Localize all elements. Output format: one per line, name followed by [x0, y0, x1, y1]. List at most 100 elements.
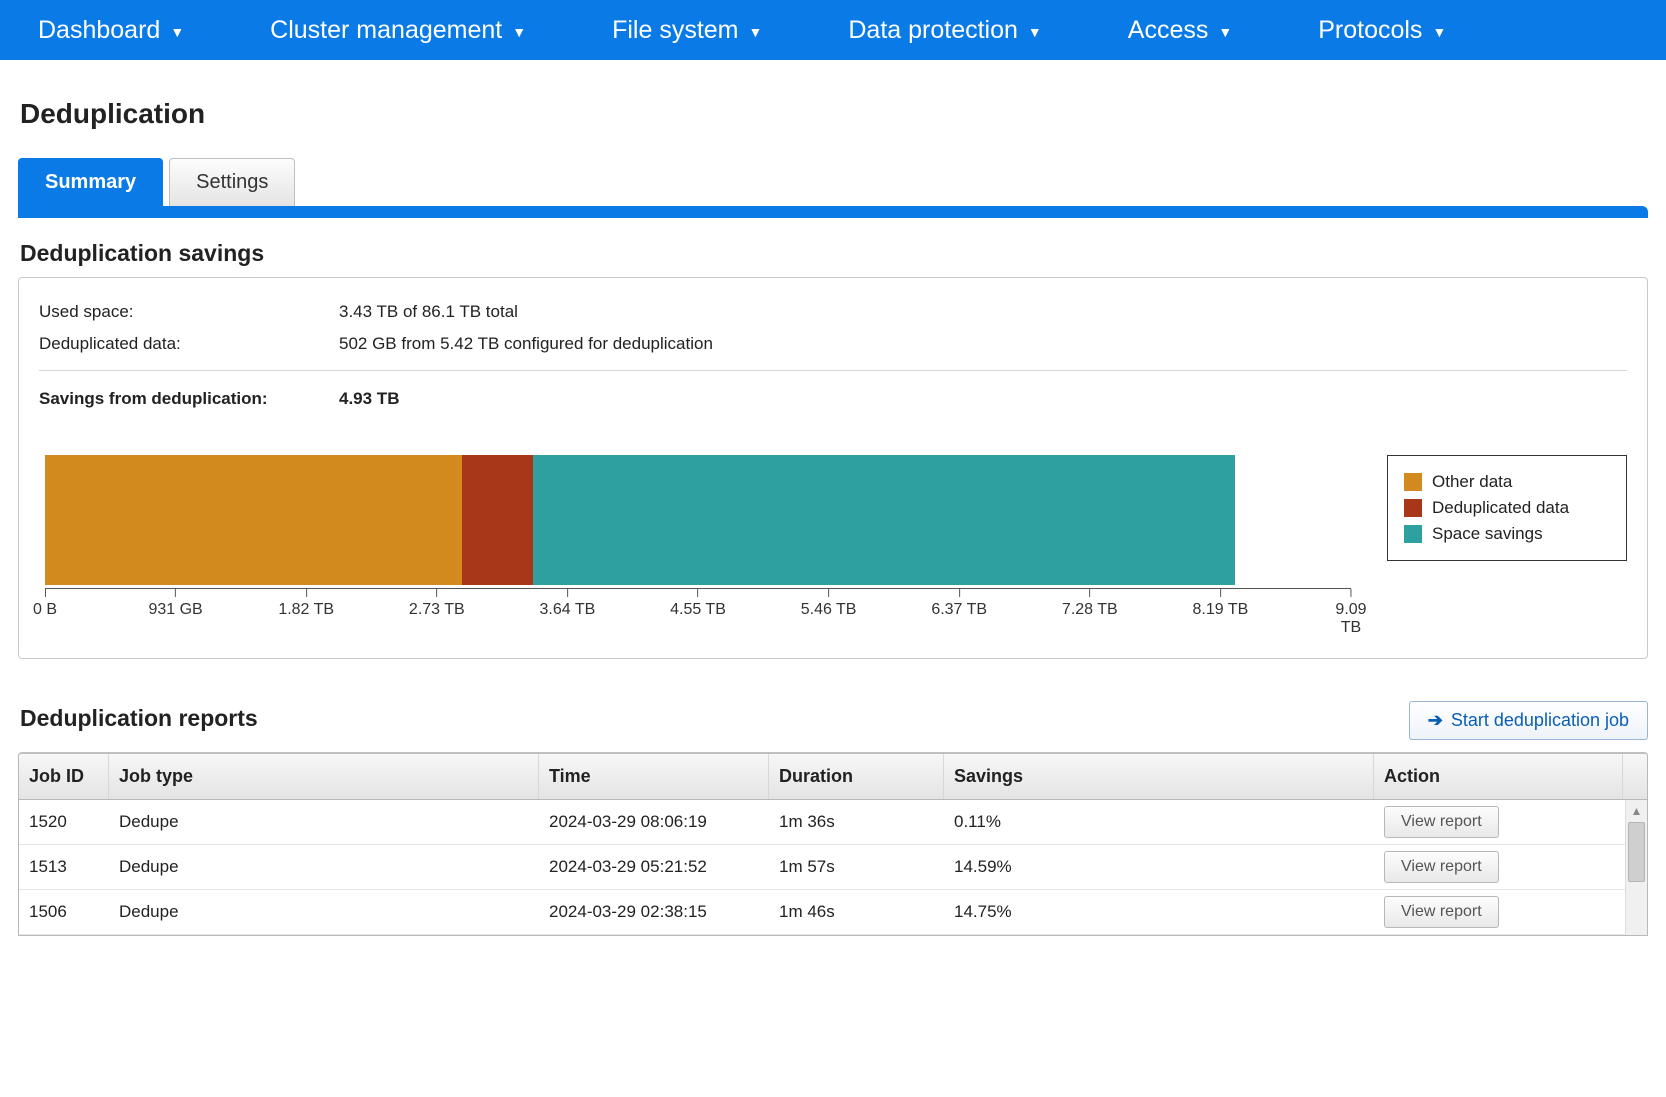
reports-grid: Job ID Job type Time Duration Savings Ac…: [18, 752, 1648, 936]
tab-label: Summary: [45, 171, 136, 193]
savings-label: Savings from deduplication:: [39, 389, 339, 409]
col-job-type[interactable]: Job type: [109, 754, 539, 799]
scroll-up-icon[interactable]: ▲: [1626, 800, 1647, 822]
nav-file-system[interactable]: File system ▼: [584, 16, 790, 45]
cell-job-type: Dedupe: [109, 890, 539, 934]
col-savings[interactable]: Savings: [944, 754, 1374, 799]
nav-label: Access: [1128, 16, 1209, 45]
chevron-down-icon: ▼: [512, 24, 526, 40]
tab-label: Settings: [196, 171, 268, 193]
legend-item-dedup: Deduplicated data: [1404, 498, 1610, 518]
view-report-button[interactable]: View report: [1384, 896, 1499, 928]
chevron-down-icon: ▼: [1432, 24, 1446, 40]
legend-swatch-icon: [1404, 525, 1422, 543]
nav-data-protection[interactable]: Data protection ▼: [820, 16, 1069, 45]
axis-tick: 6.37 TB: [931, 589, 987, 619]
savings-value: 4.93 TB: [339, 389, 399, 409]
table-row: 1513Dedupe2024-03-29 05:21:521m 57s14.59…: [19, 845, 1647, 890]
cell-job-id: 1520: [19, 800, 109, 844]
nav-dashboard[interactable]: Dashboard ▼: [10, 16, 212, 45]
legend-swatch-icon: [1404, 473, 1422, 491]
axis-tick: 9.09 TB: [1335, 589, 1366, 637]
tab-settings[interactable]: Settings: [169, 158, 295, 206]
savings-row: Savings from deduplication: 4.93 TB: [39, 370, 1627, 415]
bar-segment-dedup: [462, 455, 533, 585]
cell-time: 2024-03-29 08:06:19: [539, 800, 769, 844]
col-scroll-spacer: [1623, 754, 1647, 799]
col-job-id[interactable]: Job ID: [19, 754, 109, 799]
axis-tick: 3.64 TB: [540, 589, 596, 619]
cell-time: 2024-03-29 05:21:52: [539, 845, 769, 889]
cell-action: View report: [1374, 890, 1647, 934]
table-row: 1506Dedupe2024-03-29 02:38:151m 46s14.75…: [19, 890, 1647, 935]
cell-job-id: 1506: [19, 890, 109, 934]
scrollbar[interactable]: ▲: [1625, 800, 1647, 935]
cell-job-id: 1513: [19, 845, 109, 889]
chevron-down-icon: ▼: [1028, 24, 1042, 40]
nav-label: Protocols: [1318, 16, 1422, 45]
col-time[interactable]: Time: [539, 754, 769, 799]
savings-panel: Used space: 3.43 TB of 86.1 TB total Ded…: [18, 277, 1648, 659]
axis-tick: 5.46 TB: [801, 589, 857, 619]
cell-savings: 0.11%: [944, 800, 1374, 844]
legend-label: Space savings: [1432, 524, 1543, 544]
cell-action: View report: [1374, 800, 1647, 844]
cell-duration: 1m 36s: [769, 800, 944, 844]
cell-job-type: Dedupe: [109, 800, 539, 844]
nav-protocols[interactable]: Protocols ▼: [1290, 16, 1474, 45]
nav-cluster-management[interactable]: Cluster management ▼: [242, 16, 554, 45]
cell-savings: 14.75%: [944, 890, 1374, 934]
view-report-button[interactable]: View report: [1384, 851, 1499, 883]
cell-job-type: Dedupe: [109, 845, 539, 889]
axis-tick: 7.28 TB: [1062, 589, 1118, 619]
dedup-data-row: Deduplicated data: 502 GB from 5.42 TB c…: [39, 328, 1627, 360]
view-report-button[interactable]: View report: [1384, 806, 1499, 838]
tabs: Summary Settings: [18, 158, 1648, 206]
grid-header: Job ID Job type Time Duration Savings Ac…: [19, 754, 1647, 800]
cell-action: View report: [1374, 845, 1647, 889]
legend-label: Other data: [1432, 472, 1512, 492]
stacked-bar: [45, 455, 1235, 585]
top-nav: Dashboard ▼ Cluster management ▼ File sy…: [0, 0, 1666, 60]
legend-swatch-icon: [1404, 499, 1422, 517]
chevron-down-icon: ▼: [170, 24, 184, 40]
chevron-down-icon: ▼: [749, 24, 763, 40]
col-duration[interactable]: Duration: [769, 754, 944, 799]
nav-label: Cluster management: [270, 16, 502, 45]
legend-item-savings: Space savings: [1404, 524, 1610, 544]
nav-label: File system: [612, 16, 738, 45]
page-title: Deduplication: [20, 98, 1648, 130]
nav-label: Data protection: [848, 16, 1018, 45]
cell-duration: 1m 57s: [769, 845, 944, 889]
axis-tick: 0 B: [33, 589, 57, 619]
used-space-value: 3.43 TB of 86.1 TB total: [339, 302, 518, 322]
bar-segment-save: [533, 455, 1235, 585]
reports-title: Deduplication reports: [20, 705, 258, 732]
col-action[interactable]: Action: [1374, 754, 1623, 799]
axis-tick: 8.19 TB: [1193, 589, 1249, 619]
start-dedup-job-button[interactable]: ➔ Start deduplication job: [1409, 701, 1648, 740]
legend-item-other: Other data: [1404, 472, 1610, 492]
button-label: Start deduplication job: [1451, 710, 1629, 731]
bar-segment-other: [45, 455, 462, 585]
cell-savings: 14.59%: [944, 845, 1374, 889]
x-axis: 0 B931 GB1.82 TB2.73 TB3.64 TB4.55 TB5.4…: [45, 588, 1351, 628]
cell-duration: 1m 46s: [769, 890, 944, 934]
nav-label: Dashboard: [38, 16, 160, 45]
scroll-thumb[interactable]: [1628, 822, 1645, 882]
tab-summary[interactable]: Summary: [18, 158, 163, 206]
tab-underline: [18, 206, 1648, 218]
table-row: 1520Dedupe2024-03-29 08:06:191m 36s0.11%…: [19, 800, 1647, 845]
legend: Other data Deduplicated data Space savin…: [1387, 455, 1627, 561]
axis-tick: 931 GB: [148, 589, 202, 619]
axis-tick: 4.55 TB: [670, 589, 726, 619]
savings-chart: 0 B931 GB1.82 TB2.73 TB3.64 TB4.55 TB5.4…: [39, 455, 1627, 628]
dedup-data-label: Deduplicated data:: [39, 334, 339, 354]
grid-body: 1520Dedupe2024-03-29 08:06:191m 36s0.11%…: [19, 800, 1647, 935]
dedup-data-value: 502 GB from 5.42 TB configured for dedup…: [339, 334, 713, 354]
used-space-row: Used space: 3.43 TB of 86.1 TB total: [39, 296, 1627, 328]
savings-title: Deduplication savings: [20, 240, 1648, 267]
nav-access[interactable]: Access ▼: [1100, 16, 1260, 45]
axis-tick: 1.82 TB: [278, 589, 334, 619]
arrow-right-icon: ➔: [1428, 710, 1443, 731]
